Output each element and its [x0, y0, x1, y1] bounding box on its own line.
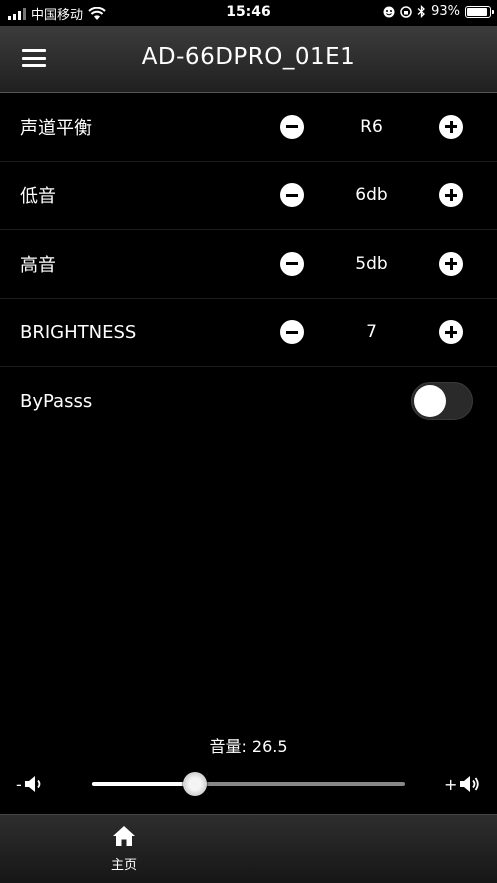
volume-slider-thumb[interactable]	[183, 772, 208, 796]
volume-up-sign: +	[444, 774, 458, 794]
volume-down-button[interactable]: -	[16, 772, 45, 796]
setting-label: BRIGHTNESS	[20, 321, 137, 343]
decrease-bass-button[interactable]	[280, 183, 304, 208]
battery-icon	[465, 5, 494, 18]
face-icon	[383, 6, 395, 17]
battery-percent: 93%	[431, 4, 460, 19]
bottom-nav: 主页	[0, 814, 497, 883]
app-header: AD-66DPRO_01E1	[0, 26, 497, 93]
setting-row-balance: 声道平衡 R6	[0, 93, 497, 162]
bypass-label: ByPasss	[20, 390, 93, 412]
volume-up-button[interactable]: +	[444, 772, 480, 796]
bluetooth-icon	[417, 5, 426, 18]
setting-value: 5db	[355, 253, 388, 274]
setting-row-brightness: BRIGHTNESS 7	[0, 299, 497, 367]
setting-label: 声道平衡	[20, 117, 92, 139]
increase-bass-button[interactable]	[439, 183, 463, 208]
setting-value: 7	[366, 322, 377, 343]
speaker-icon	[24, 776, 41, 792]
status-bar: 中国移动 15:46 93%	[0, 0, 497, 26]
setting-value: R6	[360, 116, 383, 137]
page-title: AD-66DPRO_01E1	[141, 44, 356, 70]
battery-fill	[467, 7, 488, 16]
setting-value: 6db	[355, 185, 388, 206]
setting-label: 高音	[20, 254, 56, 276]
nav-label-home: 主页	[110, 858, 137, 873]
setting-row-bypass: ByPasss	[0, 367, 497, 436]
increase-balance-button[interactable]	[439, 114, 463, 139]
speaker-icon	[460, 776, 480, 792]
increase-treble-button[interactable]	[439, 251, 463, 276]
volume-down-sign: -	[16, 774, 22, 794]
decrease-treble-button[interactable]	[280, 251, 304, 276]
toggle-knob	[414, 385, 446, 418]
rotation-lock-icon	[400, 5, 412, 18]
home-icon	[113, 826, 135, 846]
status-right: 93%	[383, 4, 494, 19]
decrease-brightness-button[interactable]	[280, 320, 304, 345]
decrease-balance-button[interactable]	[280, 114, 304, 139]
nav-item-home[interactable]: 主页	[94, 825, 154, 873]
setting-row-bass: 低音 6db	[0, 162, 497, 230]
volume-slider[interactable]	[92, 772, 405, 796]
bypass-toggle[interactable]	[411, 382, 473, 421]
settings-list: 声道平衡 R6 低音 6db 高音 5db BRIGHTNESS 7 ByPas…	[0, 93, 497, 436]
increase-brightness-button[interactable]	[439, 320, 463, 345]
setting-row-treble: 高音 5db	[0, 230, 497, 299]
volume-label: 音量: 26.5	[209, 737, 288, 756]
volume-slider-fill	[92, 782, 196, 786]
setting-label: 低音	[20, 186, 56, 208]
